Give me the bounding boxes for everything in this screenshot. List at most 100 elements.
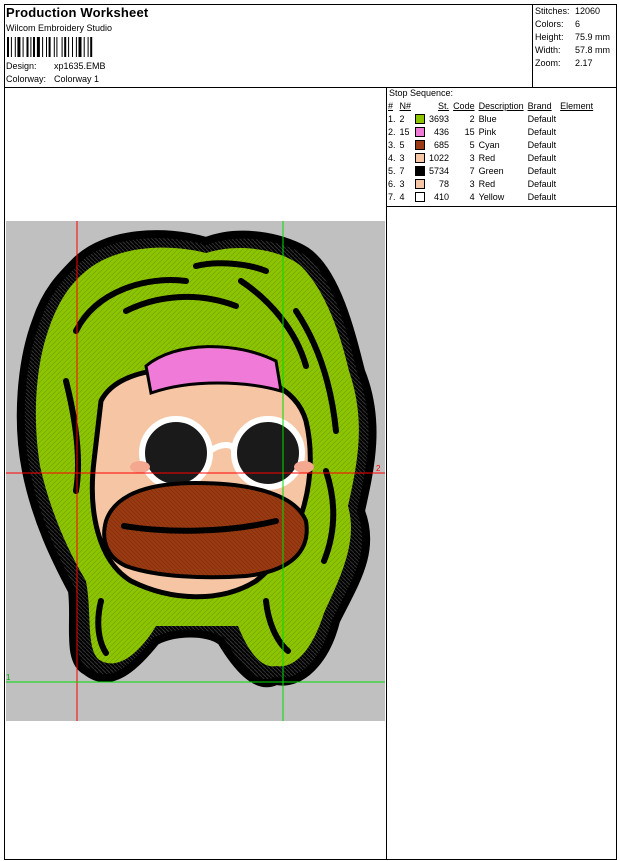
stop-stitches: 685 <box>434 139 450 150</box>
stat-stitches: Stitches: 12060 <box>535 6 601 16</box>
color-swatch <box>415 126 426 137</box>
stop-swatch <box>413 151 427 164</box>
stop-row: 2. 15 436 15 Pink Default <box>386 125 595 138</box>
stop-sequence-title: Stop Sequence: <box>389 88 454 98</box>
stop-code: 7 <box>469 165 475 176</box>
stop-brand: Default <box>527 126 557 137</box>
stop-element <box>558 138 595 151</box>
stop-swatch <box>413 138 427 151</box>
stop-brand: Default <box>527 139 557 150</box>
stop-element <box>558 190 595 203</box>
stop-code: 5 <box>469 139 475 150</box>
stop-description: Yellow <box>478 191 505 202</box>
stop-element <box>558 164 595 177</box>
stop-row: 7. 4 410 4 Yellow Default <box>386 190 595 203</box>
stop-table-divider <box>386 206 617 207</box>
stop-swatch <box>413 164 427 177</box>
stop-index: 7. <box>388 191 396 202</box>
guide-label-1: 1 <box>6 673 11 682</box>
company-name: Wilcom Embroidery Studio <box>6 23 113 33</box>
stop-index: 4. <box>388 152 396 163</box>
stop-swatch <box>413 177 427 190</box>
color-swatch <box>415 178 426 189</box>
color-swatch <box>415 191 426 202</box>
stop-stitches: 5734 <box>429 165 450 176</box>
stop-code: 3 <box>469 152 475 163</box>
stop-code: 2 <box>469 113 475 124</box>
stop-element <box>558 151 595 164</box>
colorway-value: Colorway 1 <box>54 74 100 84</box>
stop-description: Red <box>478 178 496 189</box>
design-preview: 2 1 <box>6 221 385 721</box>
stop-element <box>558 112 595 125</box>
col-index: # <box>388 101 394 111</box>
col-swatch <box>413 100 427 112</box>
color-swatch <box>415 113 426 124</box>
design-label: Design: <box>6 61 37 71</box>
stop-description: Red <box>478 152 496 163</box>
stop-swatch <box>413 125 427 138</box>
stop-brand: Default <box>527 191 557 202</box>
stop-brand: Default <box>527 178 557 189</box>
stat-colors: Colors: 6 <box>535 19 581 29</box>
stop-stitches: 1022 <box>429 152 450 163</box>
stop-needle: 7 <box>399 165 405 176</box>
design-row: Design: xp1635.EMB <box>6 61 106 71</box>
embroidery-preview-image: 2 1 <box>6 221 385 721</box>
color-swatch <box>415 139 426 150</box>
col-brand: Brand <box>527 101 552 111</box>
stop-description: Green <box>478 165 504 176</box>
stop-needle: 3 <box>399 152 405 163</box>
page-title: Production Worksheet <box>6 5 149 20</box>
colorway-label: Colorway: <box>6 74 47 84</box>
stop-sequence-table: # N# St. Code Description Brand Element … <box>386 100 595 203</box>
stop-brand: Default <box>527 113 557 124</box>
stop-needle: 5 <box>399 139 405 150</box>
design-value: xp1635.EMB <box>54 61 106 71</box>
stop-brand: Default <box>527 165 557 176</box>
stop-needle: 15 <box>399 126 410 137</box>
col-code: Code <box>453 101 475 111</box>
colorway-row: Colorway: Colorway 1 <box>6 74 99 84</box>
stop-row: 4. 3 1022 3 Red Default <box>386 151 595 164</box>
col-needle: N# <box>399 101 412 111</box>
stat-height: Height: 75.9 mm <box>535 32 611 42</box>
col-element: Element <box>560 101 594 111</box>
stop-needle: 3 <box>399 178 405 189</box>
col-stitches: St. <box>438 101 450 111</box>
stop-code: 3 <box>469 178 475 189</box>
stat-width: Width: 57.8 mm <box>535 45 611 55</box>
stop-code: 4 <box>469 191 475 202</box>
guide-label-2: 2 <box>376 464 381 473</box>
stop-stitches: 78 <box>439 178 450 189</box>
stop-code: 15 <box>464 126 475 137</box>
stop-needle: 4 <box>399 191 405 202</box>
color-swatch <box>415 165 426 176</box>
color-swatch <box>415 152 426 163</box>
stop-row: 1. 2 3693 2 Blue Default <box>386 112 595 125</box>
stat-zoom: Zoom: 2.17 <box>535 58 593 68</box>
stop-index: 3. <box>388 139 396 150</box>
stop-index: 5. <box>388 165 396 176</box>
stop-stitches: 436 <box>434 126 450 137</box>
stop-swatch <box>413 112 427 125</box>
stop-row: 3. 5 685 5 Cyan Default <box>386 138 595 151</box>
stop-needle: 2 <box>399 113 405 124</box>
header-divider <box>4 87 617 88</box>
stop-swatch <box>413 190 427 203</box>
barcode <box>7 37 93 57</box>
stop-description: Pink <box>478 126 497 137</box>
stop-row: 6. 3 78 3 Red Default <box>386 177 595 190</box>
stop-brand: Default <box>527 152 557 163</box>
col-description: Description <box>478 101 524 111</box>
stop-element <box>558 125 595 138</box>
stop-description: Cyan <box>478 139 500 150</box>
stop-row: 5. 7 5734 7 Green Default <box>386 164 595 177</box>
stats-divider <box>532 4 533 88</box>
stop-stitches: 3693 <box>429 113 450 124</box>
stop-index: 1. <box>388 113 396 124</box>
stop-index: 6. <box>388 178 396 189</box>
stop-element <box>558 177 595 190</box>
stop-index: 2. <box>388 126 396 137</box>
stop-table-header: # N# St. Code Description Brand Element <box>386 100 595 112</box>
